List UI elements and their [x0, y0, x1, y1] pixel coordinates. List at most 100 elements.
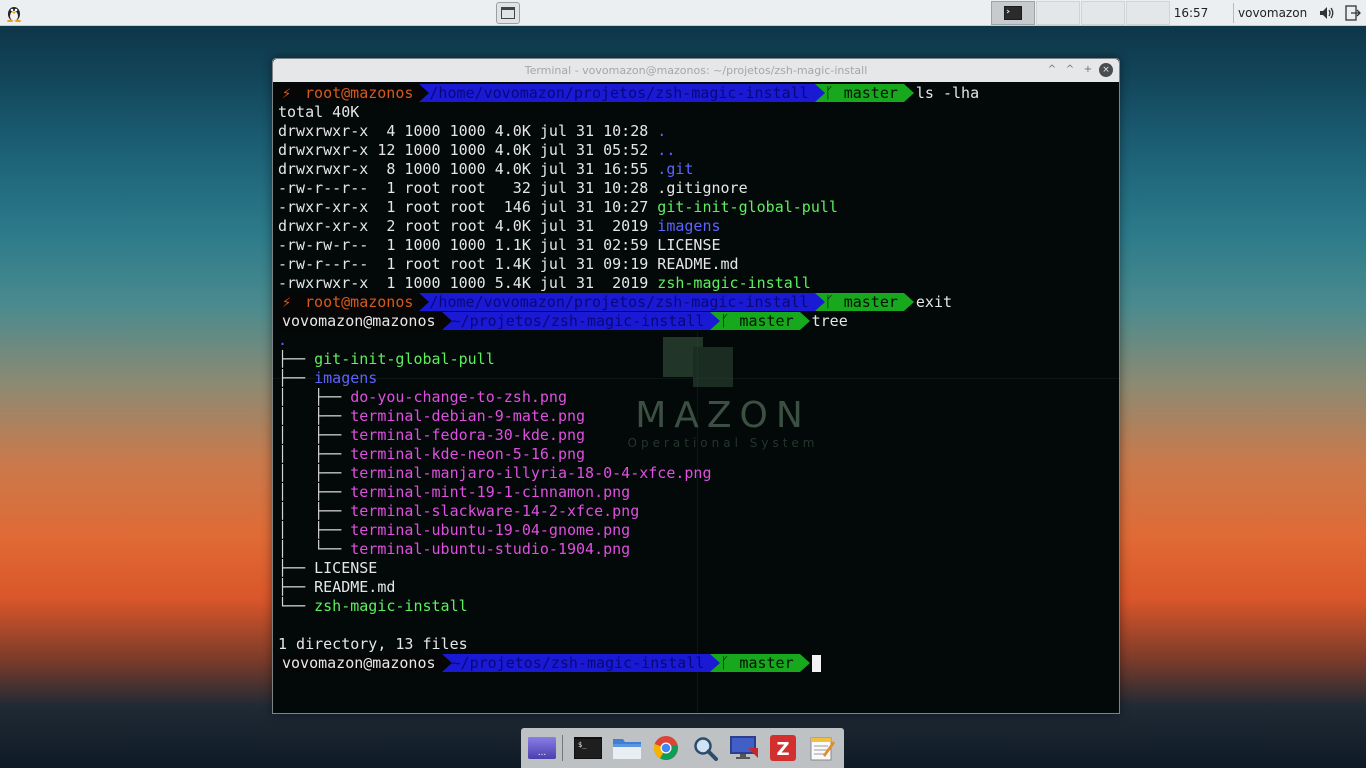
top-panel: 16:57 vovomazon — [0, 0, 1366, 26]
tree-row: ├── imagens — [278, 369, 979, 388]
close-button[interactable]: × — [1099, 63, 1113, 77]
prompt-separator — [903, 84, 914, 102]
prompt-host-text: root@mazonos — [305, 84, 414, 102]
ls-name: README.md — [657, 255, 739, 273]
git-branch-icon: ᚴ — [720, 312, 730, 330]
tree-row: │ ├── do-you-change-to-zsh.png — [278, 388, 979, 407]
prompt-branch: ᚴ master — [710, 312, 800, 330]
maximize-button[interactable]: ^ — [1063, 63, 1077, 77]
terminal-icon — [1004, 6, 1022, 20]
user-name[interactable]: vovomazon — [1238, 0, 1307, 26]
tree-row: ├── git-init-global-pull — [278, 350, 979, 369]
prompt-host-text: root@mazonos — [305, 293, 414, 311]
workspace-4[interactable] — [1126, 1, 1170, 25]
svg-text:...: ... — [538, 748, 547, 758]
tree-root: . — [278, 331, 288, 349]
ls-name: git-init-global-pull — [657, 198, 838, 216]
tree-prefix: │ ├── — [278, 407, 351, 425]
prompt-line: ⚡ root@mazonos/home/vovomazon/projetos/zs… — [278, 84, 979, 103]
text-editor-icon[interactable] — [807, 734, 837, 762]
workspace-3[interactable] — [1081, 1, 1125, 25]
ls-meta: drwxr-xr-x 2 root root 4.0K jul 31 2019 — [278, 217, 658, 235]
branch-name: master — [739, 312, 794, 330]
ls-row: drwxrwxr-x 8 1000 1000 4.0K jul 31 16:55… — [278, 160, 979, 179]
tree-name: git-init-global-pull — [314, 350, 495, 368]
ls-name: LICENSE — [657, 236, 721, 254]
svg-text:$_: $_ — [578, 741, 587, 749]
tree-row: │ ├── terminal-mint-19-1-cinnamon.png — [278, 483, 979, 502]
window-icon[interactable] — [496, 2, 520, 24]
terminal-output: ⚡ root@mazonos/home/vovomazon/projetos/zs… — [278, 84, 979, 673]
tree-name: terminal-ubuntu-19-04-gnome.png — [350, 521, 631, 539]
dock-separator — [562, 735, 563, 761]
command-text: tree — [811, 312, 848, 330]
tree-row: │ ├── terminal-debian-9-mate.png — [278, 407, 979, 426]
branch-name: master — [843, 293, 898, 311]
prompt: ⚡ root@mazonos/home/vovomazon/projetos/zs… — [278, 84, 914, 102]
tree-name: LICENSE — [314, 559, 378, 577]
prompt-separator — [710, 654, 721, 672]
prompt-path: ~/projetos/zsh-magic-install — [441, 654, 711, 672]
ls-row: -rwxr-xr-x 1 root root 146 jul 31 10:27 … — [278, 198, 979, 217]
tree-name: terminal-manjaro-illyria-18-0-4-xfce.png — [350, 464, 712, 482]
tux-penguin-icon[interactable] — [4, 3, 24, 23]
volume-icon[interactable] — [1318, 4, 1336, 22]
prompt-path: /home/vovomazon/projetos/zsh-magic-insta… — [419, 84, 815, 102]
tree-prefix: ├── — [278, 350, 315, 368]
panel-separator — [1233, 3, 1234, 23]
ls-meta: -rw-rw-r-- 1 1000 1000 1.1K jul 31 02:59 — [278, 236, 658, 254]
ls-name: .gitignore — [657, 179, 748, 197]
prompt-separator — [419, 293, 430, 311]
show-desktop-icon[interactable]: ... — [527, 734, 557, 762]
filezilla-icon[interactable]: Z — [768, 734, 798, 762]
terminal-body[interactable]: MAZON Operational System ⚡ root@mazonos/h… — [273, 82, 1119, 713]
ls-row: -rw-rw-r-- 1 1000 1000 1.1K jul 31 02:59… — [278, 236, 979, 255]
lightning-icon: ⚡ — [282, 293, 292, 311]
tree-prefix: │ ├── — [278, 502, 351, 520]
prompt-separator — [799, 654, 810, 672]
window-titlebar[interactable]: Terminal - vovomazon@mazonos: ~/projetos… — [273, 59, 1119, 82]
file-manager-icon[interactable] — [612, 734, 642, 762]
prompt-branch: ᚴ master — [710, 654, 800, 672]
clock[interactable]: 16:57 — [1170, 0, 1212, 26]
prompt-host: ⚡ root@mazonos — [278, 293, 420, 311]
tree-prefix: ├── — [278, 559, 315, 577]
prompt-host: vovomazon@mazonos — [278, 312, 442, 330]
prompt-line: vovomazon@mazonos ~/projetos/zsh-magic-in… — [278, 654, 979, 673]
terminal-cursor[interactable] — [811, 655, 821, 672]
tree-row: │ ├── terminal-ubuntu-19-04-gnome.png — [278, 521, 979, 540]
ls-meta: -rw-r--r-- 1 root root 32 jul 31 10:28 — [278, 179, 658, 197]
prompt: ⚡ root@mazonos/home/vovomazon/projetos/zs… — [278, 293, 914, 311]
stick-button[interactable]: + — [1081, 63, 1095, 77]
ls-row: drwxrwxr-x 12 1000 1000 4.0K jul 31 05:5… — [278, 141, 979, 160]
tree-name: terminal-kde-neon-5-16.png — [350, 445, 586, 463]
ls-row: drwxr-xr-x 2 root root 4.0K jul 31 2019 … — [278, 217, 979, 236]
ls-meta: drwxrwxr-x 8 1000 1000 4.0K jul 31 16:55 — [278, 160, 658, 178]
command-text: exit — [915, 293, 953, 311]
branch-name: master — [739, 654, 794, 672]
prompt-host-text: vovomazon@mazonos — [282, 312, 436, 330]
tree-prefix: │ └── — [278, 540, 351, 558]
workspace-switcher — [991, 1, 1171, 25]
terminal-icon[interactable]: $_ — [573, 734, 603, 762]
prompt-host-text: vovomazon@mazonos — [282, 654, 436, 672]
workspace-2[interactable] — [1036, 1, 1080, 25]
workspace-1[interactable] — [991, 1, 1035, 25]
prompt-line: vovomazon@mazonos ~/projetos/zsh-magic-in… — [278, 312, 979, 331]
prompt-branch: ᚴ master — [814, 293, 904, 311]
prompt-branch: ᚴ master — [814, 84, 904, 102]
search-icon[interactable] — [690, 734, 720, 762]
tree-name: terminal-debian-9-mate.png — [350, 407, 586, 425]
minimize-button[interactable]: ^ — [1045, 63, 1059, 77]
ls-total: total 40K — [278, 103, 360, 121]
prompt: vovomazon@mazonos ~/projetos/zsh-magic-in… — [278, 654, 810, 672]
ls-name: .git — [657, 160, 694, 178]
terminal-window[interactable]: Terminal - vovomazon@mazonos: ~/projetos… — [272, 58, 1120, 714]
tree-name: imagens — [314, 369, 378, 387]
chrome-icon[interactable] — [651, 734, 681, 762]
remote-desktop-icon[interactable] — [729, 734, 759, 762]
logout-icon[interactable] — [1344, 4, 1362, 22]
prompt-separator — [441, 654, 452, 672]
tree-row: │ └── terminal-ubuntu-studio-1904.png — [278, 540, 979, 559]
